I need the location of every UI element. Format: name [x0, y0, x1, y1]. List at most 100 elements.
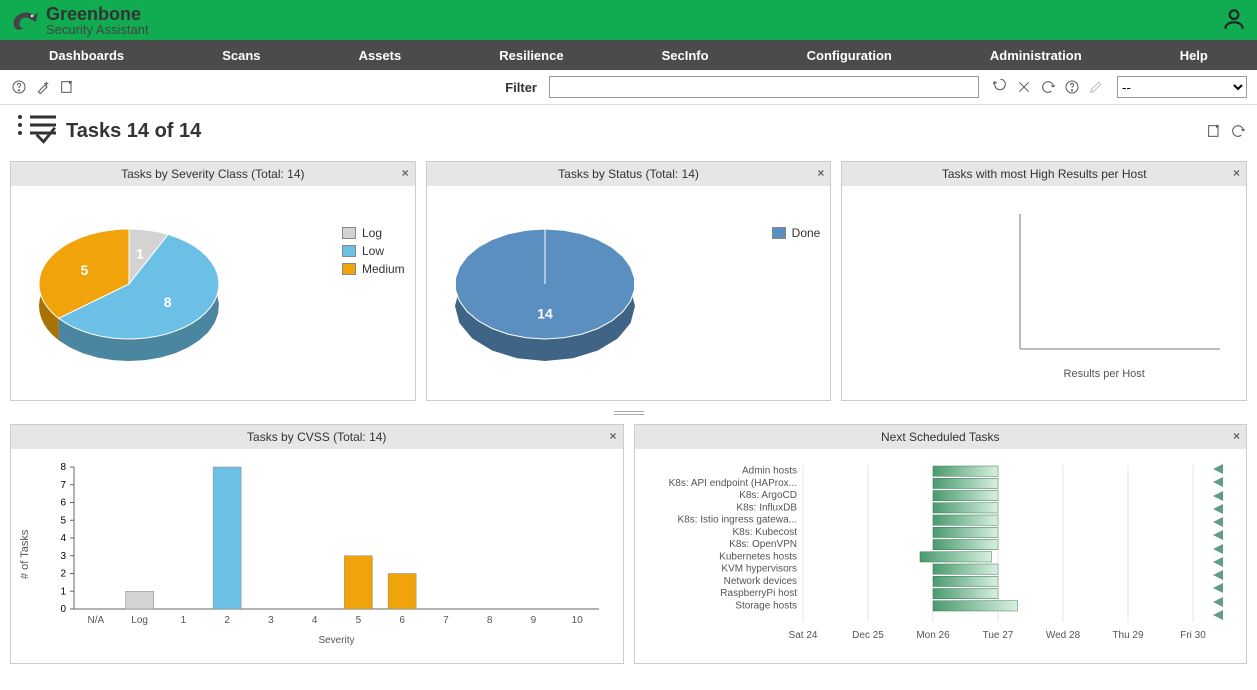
legend-item[interactable]: Low [342, 244, 405, 258]
nav-configuration[interactable]: Configuration [797, 42, 902, 69]
schedule-arrow-icon[interactable] [1213, 491, 1223, 501]
filter-edit-icon[interactable] [1087, 78, 1105, 96]
svg-text:3: 3 [60, 551, 66, 562]
svg-text:K8s: InfluxDB: K8s: InfluxDB [736, 502, 797, 513]
svg-text:14: 14 [537, 305, 553, 321]
svg-text:Thu 29: Thu 29 [1112, 630, 1144, 641]
chart-high-results[interactable] [850, 194, 1230, 369]
svg-text:4: 4 [60, 533, 66, 544]
schedule-arrow-icon[interactable] [1213, 544, 1223, 554]
svg-text:3: 3 [268, 615, 274, 626]
schedule-arrow-icon[interactable] [1213, 477, 1223, 487]
nav-assets[interactable]: Assets [349, 42, 412, 69]
filter-reset-icon[interactable] [1039, 78, 1057, 96]
wizard-icon[interactable] [34, 78, 52, 96]
schedule-arrow-icon[interactable] [1213, 517, 1223, 527]
filter-label: Filter [505, 80, 537, 95]
nav-scans[interactable]: Scans [212, 42, 270, 69]
chart-severity-class[interactable]: 185 [19, 194, 249, 384]
add-dashboard-icon[interactable] [1205, 122, 1223, 140]
legend-item[interactable]: Medium [342, 262, 405, 276]
greenbone-logo-icon [10, 6, 40, 34]
svg-text:1: 1 [181, 615, 187, 626]
schedule-arrow-icon[interactable] [1213, 570, 1223, 580]
svg-text:K8s: OpenVPN: K8s: OpenVPN [729, 539, 797, 550]
panel-title: Tasks with most High Results per Host [942, 167, 1147, 181]
nav-administration[interactable]: Administration [980, 42, 1092, 69]
user-icon[interactable] [1221, 6, 1247, 35]
close-icon[interactable]: × [1233, 429, 1240, 443]
nav-resilience[interactable]: Resilience [489, 42, 573, 69]
svg-text:Network devices: Network devices [723, 576, 796, 587]
top-nav: Dashboards Scans Assets Resilience SecIn… [0, 40, 1257, 70]
ylabel: # of Tasks [19, 530, 31, 579]
brand-title: Greenbone [46, 5, 149, 23]
brand-subtitle: Security Assistant [46, 23, 149, 36]
nav-secinfo[interactable]: SecInfo [652, 42, 719, 69]
filter-clear-icon[interactable] [1015, 78, 1033, 96]
legend-severity: Log Low Medium [342, 226, 405, 280]
svg-text:6: 6 [60, 498, 66, 509]
svg-text:9: 9 [531, 615, 537, 626]
schedule-arrow-icon[interactable] [1213, 504, 1223, 514]
svg-text:10: 10 [572, 615, 584, 626]
panel-title: Tasks by Status (Total: 14) [558, 167, 699, 181]
panel-status: Tasks by Status (Total: 14) × 14 Done [426, 161, 832, 401]
close-icon[interactable]: × [1233, 166, 1240, 180]
schedule-arrow-icon[interactable] [1213, 597, 1223, 607]
svg-text:8: 8 [60, 462, 66, 473]
chart-status[interactable]: 14 [435, 194, 665, 384]
schedule-arrow-icon[interactable] [1213, 464, 1223, 474]
svg-text:N/A: N/A [88, 615, 105, 626]
svg-text:1: 1 [60, 586, 66, 597]
close-icon[interactable]: × [609, 429, 616, 443]
svg-text:RaspberryPi host: RaspberryPi host [720, 588, 797, 599]
panel-cvss: Tasks by CVSS (Total: 14)× # of Tasks 01… [10, 424, 624, 664]
svg-text:2: 2 [224, 615, 230, 626]
panel-scheduled: Next Scheduled Tasks× Sat 24Dec 25Mon 26… [634, 424, 1248, 664]
filter-help-icon[interactable] [1063, 78, 1081, 96]
panel-high-results: Tasks with most High Results per Host× R… [841, 161, 1247, 401]
svg-text:Severity: Severity [318, 635, 354, 646]
svg-text:Kubernetes hosts: Kubernetes hosts [719, 551, 797, 562]
reset-dashboard-icon[interactable] [1229, 122, 1247, 140]
row-resize-handle[interactable] [614, 411, 644, 415]
nav-dashboards[interactable]: Dashboards [39, 42, 134, 69]
svg-text:K8s: Istio ingress gatewa...: K8s: Istio ingress gatewa... [677, 515, 797, 526]
svg-text:Dec 25: Dec 25 [852, 630, 884, 641]
svg-text:Sat 24: Sat 24 [788, 630, 817, 641]
svg-text:Log: Log [131, 615, 148, 626]
legend-item[interactable]: Log [342, 226, 405, 240]
chart-cvss[interactable]: 012345678N/ALog12345678910Severity [19, 457, 609, 647]
svg-text:5: 5 [60, 515, 66, 526]
svg-text:7: 7 [60, 480, 66, 491]
svg-text:4: 4 [312, 615, 318, 626]
new-task-icon[interactable] [58, 78, 76, 96]
svg-text:Fri 30: Fri 30 [1180, 630, 1206, 641]
help-icon[interactable] [10, 78, 28, 96]
filter-apply-icon[interactable] [991, 78, 1009, 96]
close-icon[interactable]: × [817, 166, 824, 180]
svg-text:KVM hypervisors: KVM hypervisors [721, 564, 797, 575]
close-icon[interactable]: × [402, 166, 409, 180]
legend-item[interactable]: Done [772, 226, 821, 240]
svg-text:0: 0 [60, 604, 66, 615]
page-title: Tasks 14 of 14 [66, 120, 201, 143]
schedule-arrow-icon[interactable] [1213, 583, 1223, 593]
filter-select[interactable]: -- [1117, 76, 1247, 98]
svg-text:5: 5 [356, 615, 362, 626]
schedule-arrow-icon[interactable] [1213, 557, 1223, 567]
chart-scheduled[interactable]: Sat 24Dec 25Mon 26Tue 27Wed 28Thu 29Fri … [643, 457, 1213, 652]
svg-text:8: 8 [487, 615, 493, 626]
nav-help[interactable]: Help [1170, 42, 1218, 69]
schedule-arrow-icon[interactable] [1213, 610, 1223, 620]
svg-text:K8s: ArgoCD: K8s: ArgoCD [739, 490, 797, 501]
tasks-page-icon [10, 111, 58, 151]
svg-text:1: 1 [136, 246, 144, 262]
schedule-arrow-icon[interactable] [1213, 530, 1223, 540]
svg-text:Mon 26: Mon 26 [916, 630, 950, 641]
filter-input[interactable] [549, 76, 979, 98]
panel-severity-class: Tasks by Severity Class (Total: 14)× 185… [10, 161, 416, 401]
svg-text:Storage hosts: Storage hosts [735, 600, 797, 611]
svg-text:Admin hosts: Admin hosts [741, 466, 796, 477]
